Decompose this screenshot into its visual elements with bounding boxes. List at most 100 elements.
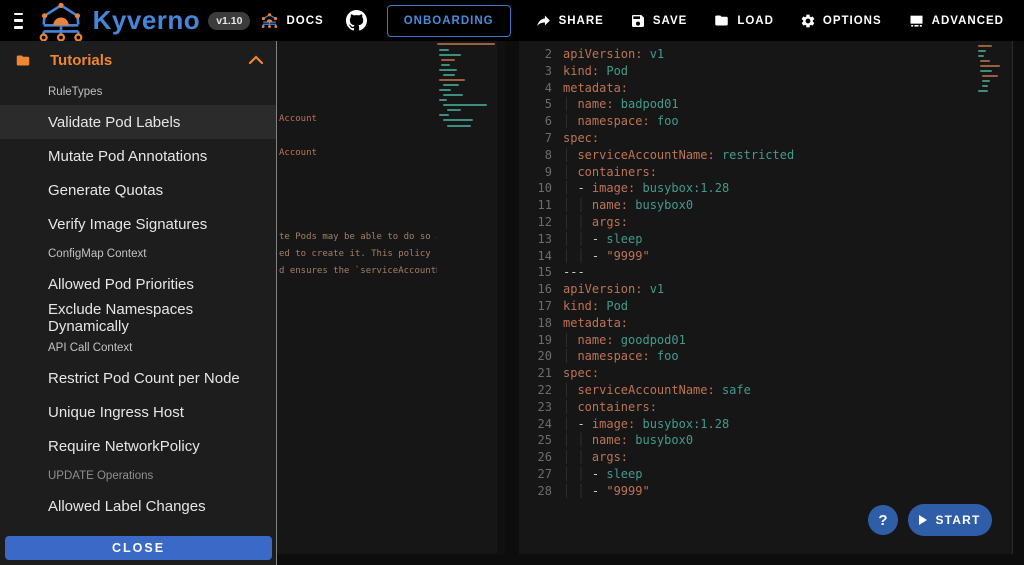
chevron-up-icon <box>248 55 264 65</box>
folder-icon <box>14 53 32 68</box>
sidebar-item-require-networkpolicy[interactable]: Require NetworkPolicy <box>0 429 276 463</box>
code-line[interactable]: 20│ namespace: foo <box>519 348 1012 365</box>
policy-code-fragment: ed to create it. This policy ch <box>279 248 447 261</box>
line-number: 16 <box>519 281 552 298</box>
brand-name: Kyverno <box>93 5 201 36</box>
line-number: 8 <box>519 147 552 164</box>
line-number: 22 <box>519 382 552 399</box>
code-line[interactable]: 7spec: <box>519 130 1012 147</box>
options-button[interactable]: OPTIONS <box>790 5 892 37</box>
header-actions: DOCS ONBOARDING SHARE SAVE LOAD <box>250 2 1024 39</box>
brand: Kyverno v1.10 <box>35 1 251 41</box>
code-line[interactable]: 8│ serviceAccountName: restricted <box>519 147 1012 164</box>
sidebar-item-mutate-pod-annotations[interactable]: Mutate Pod Annotations <box>0 139 276 173</box>
resource-editor-minimap[interactable] <box>978 41 1000 171</box>
save-icon <box>630 13 646 29</box>
sidebar-item-ruletypes[interactable]: RuleTypes <box>0 79 276 105</box>
line-number: 21 <box>519 365 552 382</box>
line-number: 12 <box>519 214 552 231</box>
github-button[interactable] <box>340 2 373 39</box>
sidebar-item-restrict-pod-count-per-node[interactable]: Restrict Pod Count per Node <box>0 361 276 395</box>
code-line[interactable]: 4metadata: <box>519 80 1012 97</box>
code-line[interactable]: 27│ │ - sleep <box>519 466 1012 483</box>
code-line[interactable]: 5│ name: badpod01 <box>519 96 1012 113</box>
code-line[interactable]: 18metadata: <box>519 315 1012 332</box>
load-button[interactable]: LOAD <box>703 5 784 36</box>
line-number: 15 <box>519 264 552 281</box>
docs-button[interactable]: DOCS <box>250 4 333 37</box>
line-number: 13 <box>519 231 552 248</box>
save-button[interactable]: SAVE <box>620 5 697 37</box>
line-number: 27 <box>519 466 552 483</box>
share-icon <box>535 12 552 29</box>
line-number: 9 <box>519 164 552 181</box>
advanced-button[interactable]: ADVANCED <box>898 5 1014 37</box>
code-line[interactable]: 9│ containers: <box>519 164 1012 181</box>
line-number: 24 <box>519 416 552 433</box>
policy-editor-panel[interactable]: AccountAccountte Pods may be able to do … <box>277 41 505 554</box>
sidebar-item-api-call-context[interactable]: API Call Context <box>0 335 276 361</box>
line-number: 20 <box>519 348 552 365</box>
line-number: 25 <box>519 432 552 449</box>
sidebar-item-exclude-namespaces-dynamically[interactable]: Exclude Namespaces Dynamically <box>0 301 276 335</box>
line-number: 14 <box>519 248 552 265</box>
line-number: 11 <box>519 197 552 214</box>
sidebar-item-generate-quotas[interactable]: Generate Quotas <box>0 173 276 207</box>
code-line[interactable]: 15--- <box>519 264 1012 281</box>
sidebar-item-allowed-label-changes[interactable]: Allowed Label Changes <box>0 489 276 523</box>
onboarding-button[interactable]: ONBOARDING <box>387 5 511 37</box>
code-line[interactable]: 23│ containers: <box>519 399 1012 416</box>
start-button[interactable]: START <box>908 504 992 536</box>
line-number: 19 <box>519 332 552 349</box>
github-icon <box>346 10 367 31</box>
code-line[interactable]: 25│ │ name: busybox0 <box>519 432 1012 449</box>
advanced-panel-icon <box>908 13 925 29</box>
code-line[interactable]: 26│ │ args: <box>519 449 1012 466</box>
code-line[interactable]: 17kind: Pod <box>519 298 1012 315</box>
code-line[interactable]: 6│ namespace: foo <box>519 113 1012 130</box>
menu-icon[interactable] <box>14 13 23 29</box>
code-line[interactable]: 16apiVersion: v1 <box>519 281 1012 298</box>
code-line[interactable]: 22│ serviceAccountName: safe <box>519 382 1012 399</box>
tutorials-section-header[interactable]: Tutorials <box>0 41 276 79</box>
code-line[interactable]: 11│ │ name: busybox0 <box>519 197 1012 214</box>
policy-code-fragment: Account <box>279 147 317 160</box>
tutorials-drawer: Tutorials RuleTypesValidate Pod LabelsMu… <box>0 41 277 565</box>
share-button[interactable]: SHARE <box>525 4 614 37</box>
play-icon <box>919 515 927 525</box>
sidebar-item-validate-pod-labels[interactable]: Validate Pod Labels <box>0 105 276 139</box>
line-number: 6 <box>519 113 552 130</box>
policy-editor-minimap[interactable] <box>437 41 497 554</box>
resource-yaml-code[interactable]: 2apiVersion: v13kind: Pod4metadata:5│ na… <box>519 41 1012 500</box>
app-header: Kyverno v1.10 DOCS ONBOARDIN <box>0 0 1024 41</box>
line-number: 18 <box>519 315 552 332</box>
code-line[interactable]: 19│ name: goodpod01 <box>519 332 1012 349</box>
code-line[interactable]: 28│ │ - "9999" <box>519 483 1012 500</box>
code-line[interactable]: 3kind: Pod <box>519 63 1012 80</box>
code-line[interactable]: 14│ │ - "9999" <box>519 248 1012 265</box>
code-line[interactable]: 21spec: <box>519 365 1012 382</box>
sidebar-item-unique-ingress-host[interactable]: Unique Ingress Host <box>0 395 276 429</box>
line-number: 28 <box>519 483 552 500</box>
folder-icon <box>713 13 730 28</box>
code-line[interactable]: 13│ │ - sleep <box>519 231 1012 248</box>
code-line[interactable]: 12│ │ args: <box>519 214 1012 231</box>
close-drawer-button[interactable]: CLOSE <box>5 536 272 560</box>
help-button[interactable]: ? <box>868 505 898 535</box>
sidebar-item-configmap-context[interactable]: ConfigMap Context <box>0 241 276 267</box>
sidebar-item-update-operations[interactable]: UPDATE Operations <box>0 463 276 489</box>
line-number: 26 <box>519 449 552 466</box>
policy-editor-scrollbar[interactable] <box>497 41 505 554</box>
kyverno-docs-icon <box>260 12 279 29</box>
policy-code-fragment: te Pods may be able to do so an <box>279 231 447 244</box>
sidebar-item-verify-image-signatures[interactable]: Verify Image Signatures <box>0 207 276 241</box>
line-number: 5 <box>519 96 552 113</box>
code-line[interactable]: 24│ - image: busybox:1.28 <box>519 416 1012 433</box>
line-number: 23 <box>519 399 552 416</box>
resource-editor-panel[interactable]: 2apiVersion: v13kind: Pod4metadata:5│ na… <box>519 41 1013 554</box>
line-number: 2 <box>519 46 552 63</box>
code-line[interactable]: 10│ - image: busybox:1.28 <box>519 180 1012 197</box>
code-line[interactable]: 2apiVersion: v1 <box>519 46 1012 63</box>
sidebar-item-allowed-pod-priorities[interactable]: Allowed Pod Priorities <box>0 267 276 301</box>
kyverno-logo-icon <box>35 1 87 41</box>
